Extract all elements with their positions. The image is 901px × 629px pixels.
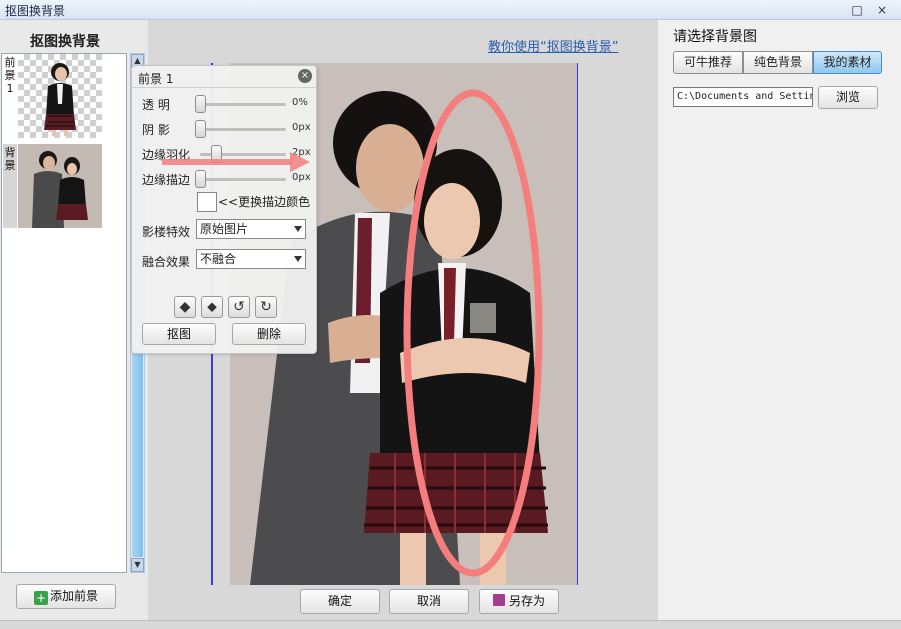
cutout-button[interactable]: 抠图 xyxy=(142,323,216,345)
rotate-right-icon[interactable]: ↻ xyxy=(255,296,277,318)
minimize-button[interactable]: □ xyxy=(848,2,866,18)
browse-button[interactable]: 浏览 xyxy=(818,86,878,109)
foreground-properties-panel: 前景 1 × 透 明 0% 阴 影 0px 边缘羽化 2px 边缘描边 0px … xyxy=(131,65,317,354)
change-stroke-color-button[interactable]: <<更换描边颜色 xyxy=(218,193,310,210)
layer-panel: 抠图换背景 前景 1 背景 ▲ ▼ + 添加前景 xyxy=(0,20,148,620)
layer-item-foreground[interactable]: 前景 1 xyxy=(2,54,126,142)
foreground-cutout-image xyxy=(44,63,76,136)
save-icon xyxy=(492,594,505,606)
help-link[interactable]: 教你使用“抠图换背景” xyxy=(488,36,618,55)
opacity-slider-knob[interactable] xyxy=(195,95,206,113)
save-as-label: 另存为 xyxy=(508,594,545,608)
save-as-button[interactable]: 另存为 xyxy=(479,589,559,614)
ok-button[interactable]: 确定 xyxy=(300,589,380,614)
blend-select[interactable]: 不融合 xyxy=(196,249,306,269)
blend-select-value: 不融合 xyxy=(200,252,237,266)
layer-item-background[interactable]: 背景 xyxy=(2,144,126,232)
stroke-color-swatch[interactable] xyxy=(197,192,217,212)
bottom-strip xyxy=(0,620,901,629)
layer-panel-heading: 抠图换背景 xyxy=(30,34,100,50)
layer-item-label: 背景 xyxy=(3,144,17,228)
props-header[interactable]: 前景 1 × xyxy=(132,66,316,88)
props-title: 前景 1 xyxy=(138,72,174,86)
window-title: 抠图换背景 xyxy=(5,4,66,18)
background-thumbnail[interactable] xyxy=(18,144,102,228)
shadow-label: 阴 影 xyxy=(142,123,170,137)
add-foreground-label: 添加前景 xyxy=(49,589,98,603)
effect-row: 影楼特效 原始图片 xyxy=(132,219,316,239)
opacity-slider-row: 透 明 0% xyxy=(132,94,316,114)
foreground-thumbnail[interactable] xyxy=(18,54,102,138)
scroll-down-icon[interactable]: ▼ xyxy=(131,558,144,572)
background-chooser-title: 请选择背景图 xyxy=(673,29,757,45)
close-icon[interactable]: × xyxy=(298,69,312,83)
shadow-slider-row: 阴 影 0px xyxy=(132,119,316,139)
layer-list: 前景 1 背景 xyxy=(1,53,127,573)
shadow-value: 0px xyxy=(292,122,311,133)
add-icon: + xyxy=(33,591,48,605)
shadow-slider-knob[interactable] xyxy=(195,120,206,138)
cancel-button[interactable]: 取消 xyxy=(389,589,469,614)
flip-horizontal-icon[interactable]: ◆ xyxy=(174,296,196,318)
delete-button[interactable]: 删除 xyxy=(232,323,306,345)
tab-my-materials[interactable]: 我的素材 xyxy=(813,51,882,74)
background-chooser-panel: 请选择背景图 可牛推荐 纯色背景 我的素材 C:\Documents and S… xyxy=(658,20,901,620)
close-window-button[interactable]: × xyxy=(873,2,891,18)
shadow-slider-track[interactable] xyxy=(200,128,286,131)
opacity-value: 0% xyxy=(292,97,308,108)
chevron-down-icon xyxy=(294,226,302,232)
path-input[interactable]: C:\Documents and Settin xyxy=(673,87,813,107)
arrow-annotation-icon xyxy=(162,152,310,172)
title-bar: 抠图换背景 □ × xyxy=(0,0,901,20)
effect-label: 影楼特效 xyxy=(142,225,191,239)
rotate-left-icon[interactable]: ↺ xyxy=(228,296,250,318)
background-photo-image xyxy=(18,144,102,228)
blend-row: 融合效果 不融合 xyxy=(132,249,316,269)
tab-solid-color[interactable]: 纯色背景 xyxy=(743,51,813,74)
tab-recommended[interactable]: 可牛推荐 xyxy=(673,51,743,74)
blend-label: 融合效果 xyxy=(142,255,191,269)
opacity-slider-track[interactable] xyxy=(200,103,286,106)
chevron-down-icon xyxy=(294,256,302,262)
stroke-slider-track[interactable] xyxy=(200,178,286,181)
effect-select[interactable]: 原始图片 xyxy=(196,219,306,239)
flip-vertical-icon[interactable]: ⬥ xyxy=(201,296,223,318)
add-foreground-button[interactable]: + 添加前景 xyxy=(16,584,116,609)
effect-select-value: 原始图片 xyxy=(200,222,249,236)
layer-item-label: 前景 1 xyxy=(3,54,17,138)
opacity-label: 透 明 xyxy=(142,98,170,112)
